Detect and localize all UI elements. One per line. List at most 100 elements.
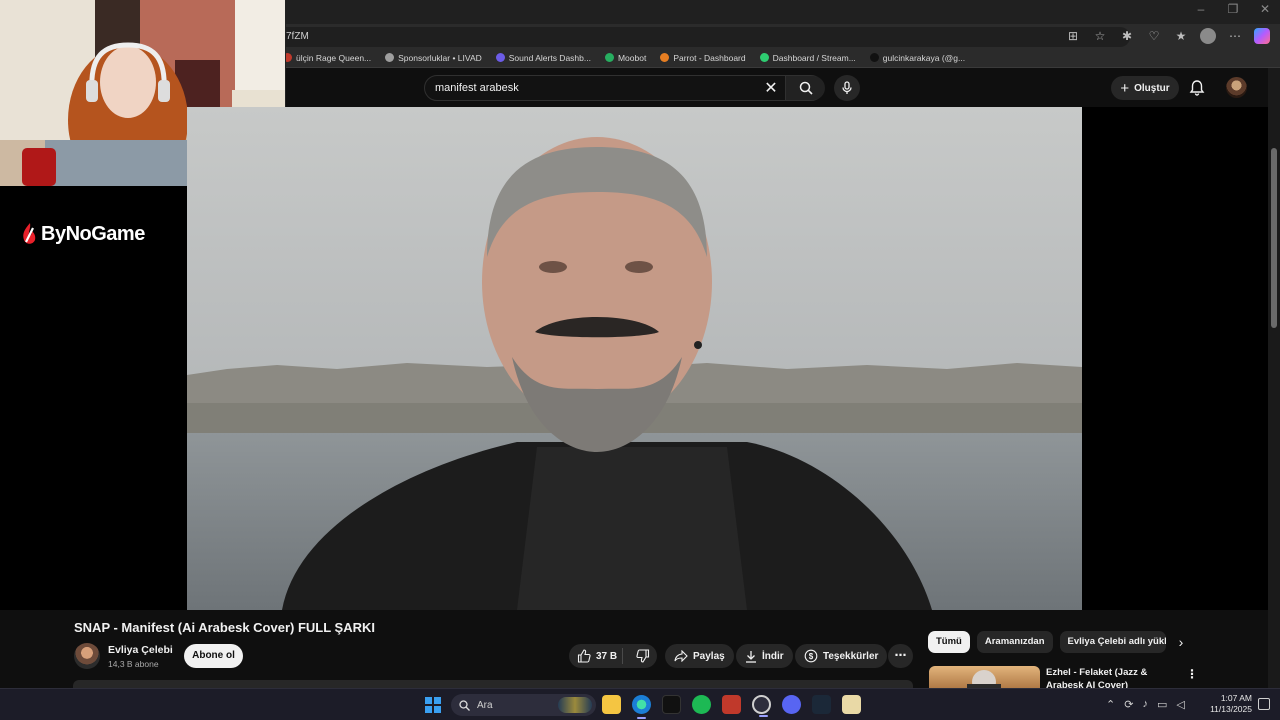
notification-center-icon[interactable] [1258, 698, 1270, 710]
discord-icon[interactable] [782, 695, 801, 714]
video-title: SNAP - Manifest (Ai Arabesk Cover) FULL … [74, 620, 375, 635]
recommendation-thumbnail-image [967, 670, 1001, 688]
search-highlight-badge [558, 697, 592, 713]
capcut-icon[interactable] [662, 695, 681, 714]
url-field[interactable]: 7fZM [270, 27, 1130, 47]
chip-from-uploader[interactable]: Evliya Çelebi adlı yükleyi [1059, 631, 1166, 653]
download-icon [746, 650, 756, 663]
video-pillarbox [1082, 107, 1268, 610]
scrollbar-thumb[interactable] [1271, 148, 1277, 328]
bookmark-item[interactable]: Sound Alerts Dashb... [495, 52, 591, 63]
voice-search-button[interactable] [834, 75, 860, 101]
chevron-right-icon[interactable]: › [1172, 633, 1190, 651]
notifications-bell-icon[interactable] [1188, 79, 1206, 97]
bookmark-item[interactable]: ülçin Rage Queen... [283, 53, 371, 63]
minimize-button[interactable]: – [1192, 2, 1210, 16]
volume-icon[interactable]: ◁ [1176, 698, 1184, 711]
bookmark-favicon-icon [385, 53, 395, 62]
search-input[interactable] [435, 82, 755, 94]
red-app-icon[interactable] [722, 695, 741, 714]
search-button[interactable] [785, 76, 825, 100]
windows-start-icon[interactable] [425, 697, 441, 713]
like-button[interactable]: 37 B [569, 649, 617, 663]
extensions-icon[interactable]: ✱ [1119, 28, 1135, 44]
bookmark-favicon-icon [660, 53, 670, 62]
network-icon[interactable]: ▭ [1157, 698, 1167, 711]
bookmark-item[interactable]: Sponsorluklar • LIVAD [385, 53, 482, 63]
steam-icon[interactable] [812, 695, 831, 714]
copilot-icon[interactable] [1254, 28, 1270, 44]
chip-all[interactable]: Tümü [928, 631, 970, 653]
bookmark-favicon-icon [759, 53, 769, 62]
search-box: ✕ [424, 75, 825, 101]
super-thanks-icon: $ [804, 649, 818, 663]
plus-icon: + [1120, 79, 1130, 97]
recommendation-thumbnail[interactable] [929, 666, 1040, 688]
bookmark-favicon-icon [604, 53, 614, 62]
recommendation-filter-chips: Tümü Aramanızdan Evliya Çelebi adlı yükl… [928, 631, 1166, 653]
taskbar-search-label: Ara [477, 699, 493, 711]
edge-browser-icon[interactable] [632, 695, 651, 719]
chevron-up-icon[interactable]: ⌃ [1106, 698, 1115, 711]
download-button[interactable]: İndir [736, 644, 793, 668]
favorites-icon[interactable]: ★ [1173, 28, 1189, 44]
bookmark-label: Parrot - Dashboard [673, 52, 746, 63]
description-box[interactable] [73, 680, 913, 688]
create-label: Oluştur [1134, 82, 1170, 94]
bookmark-item[interactable]: Dashboard / Stream... [759, 53, 856, 63]
menu-dots-icon[interactable]: ⋯ [1227, 28, 1243, 44]
video-player[interactable] [187, 107, 1082, 610]
dislike-button[interactable] [628, 649, 657, 663]
close-window-button[interactable]: ✕ [1256, 2, 1274, 16]
taskbar-clock[interactable]: 1:07 AM 11/13/2025 [1206, 693, 1252, 715]
favorite-star-icon[interactable]: ☆ [1092, 28, 1108, 44]
file-explorer-icon[interactable] [602, 695, 621, 714]
search-icon [459, 699, 470, 711]
thanks-button[interactable]: $ Teşekkürler [795, 644, 888, 668]
sync-icon[interactable]: ⟳ [1124, 698, 1133, 711]
notes-app-icon[interactable] [842, 695, 861, 714]
app-available-icon[interactable]: ⊞ [1065, 28, 1081, 44]
obs-studio-icon[interactable] [752, 695, 771, 717]
more-actions-button[interactable]: ⋯ [888, 644, 913, 668]
chip-from-search[interactable]: Aramanızdan [976, 631, 1053, 653]
clear-search-icon[interactable]: ✕ [761, 79, 781, 99]
window-controls: – ❐ ✕ [1192, 2, 1274, 16]
recommendation-title[interactable]: Ezhel - Felaket (Jazz & Arabesk AI Cover… [1046, 666, 1181, 688]
bynogame-flame-icon [23, 223, 36, 244]
clock-time: 1:07 AM [1220, 693, 1252, 703]
recommendation-menu-icon[interactable]: ⋮ [1186, 667, 1198, 681]
thanks-label: Teşekkürler [823, 650, 879, 662]
microphone-icon[interactable]: ♪ [1142, 698, 1148, 711]
bookmark-label: Sponsorluklar • LIVAD [398, 52, 482, 63]
bookmark-item[interactable]: Parrot - Dashboard [660, 52, 746, 63]
share-button[interactable]: Paylaş [665, 644, 734, 668]
bookmark-label: Sound Alerts Dashb... [508, 52, 591, 63]
profile-avatar-icon[interactable] [1200, 28, 1216, 44]
thumbs-down-icon [635, 649, 649, 663]
taskbar-search[interactable]: Ara [451, 694, 596, 716]
thumbs-up-icon [577, 649, 591, 663]
subscribe-button[interactable]: Abone ol [184, 644, 243, 668]
maximize-button[interactable]: ❐ [1224, 2, 1242, 16]
bookmark-favicon-icon [495, 53, 505, 62]
windows-taskbar: Ara ⌃ ⟳ ♪ ▭ ◁ 1:07 AM 11/13/2025 [0, 688, 1280, 720]
browser-toolbar: ⊞ ☆ ✱ ♡ ★ ⋯ [1065, 28, 1270, 44]
clock-date: 11/13/2025 [1210, 704, 1252, 714]
video-info-section: SNAP - Manifest (Ai Arabesk Cover) FULL … [0, 610, 1268, 688]
browser-essentials-icon[interactable]: ♡ [1146, 28, 1162, 44]
spotify-icon[interactable] [692, 695, 711, 714]
sponsor-logo-text: ByNoGame [41, 222, 145, 245]
bookmark-item[interactable]: gulcinkarakaya (@g... [869, 53, 965, 63]
page-scrollbar[interactable] [1268, 68, 1280, 688]
video-frame-image [187, 107, 1082, 610]
share-label: Paylaş [693, 650, 725, 662]
sponsor-logo-panel: ByNoGame [0, 186, 187, 610]
bookmark-item[interactable]: Moobot [604, 53, 646, 63]
bookmark-label: ülçin Rage Queen... [296, 52, 372, 63]
search-icon [799, 81, 813, 95]
channel-name[interactable]: Evliya Çelebi [108, 644, 173, 656]
user-avatar[interactable] [1226, 77, 1247, 98]
create-button[interactable]: + Oluştur [1111, 76, 1179, 100]
channel-avatar[interactable] [74, 643, 100, 669]
